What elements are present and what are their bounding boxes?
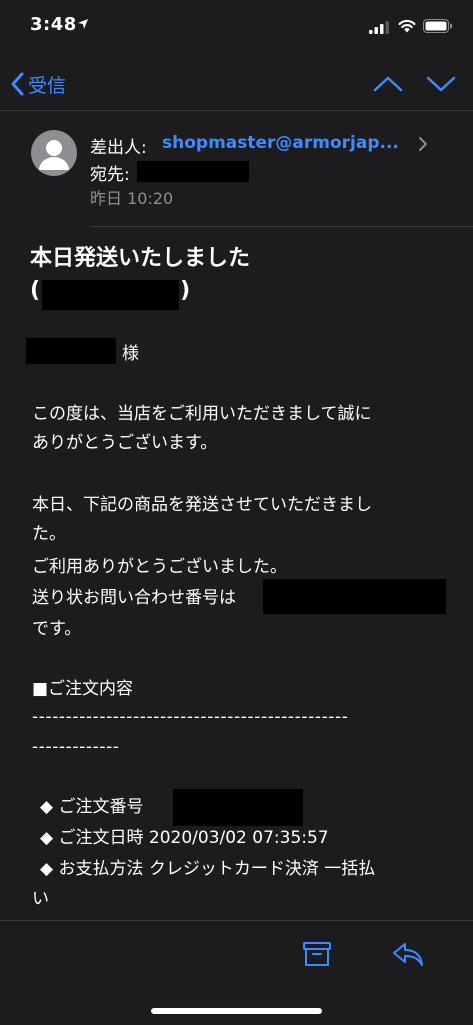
chevron-left-icon <box>11 72 24 96</box>
status-time: 3:48 <box>30 14 77 35</box>
order-number-label: ◆ ご注文番号 <box>40 797 144 817</box>
chevron-up-icon[interactable] <box>372 70 404 98</box>
divider-dashes: ----------------------------------------… <box>32 702 349 762</box>
para2-line5: です。 <box>32 619 82 639</box>
para2-line2: た。 <box>32 524 66 544</box>
person-avatar-icon <box>31 130 77 176</box>
para2-line3: ご利用ありがとうございました。 <box>32 557 287 577</box>
para2-line1: 本日、下記の商品を発送させていただきまし <box>32 495 372 515</box>
payment-method-label: ◆ お支払方法 クレジットカード決済 一括払 <box>40 859 376 879</box>
para2-line4: 送り状お問い合わせ番号は <box>32 588 236 608</box>
location-arrow-icon <box>78 19 88 29</box>
dashes-line-1: ----------------------------------------… <box>32 707 349 727</box>
back-label: 受信 <box>28 74 67 97</box>
to-label: 宛先: <box>90 165 130 185</box>
para1-line1: この度は、当店をご利用いただきまして誠に <box>32 404 372 424</box>
tracking-number-redacted <box>263 579 446 614</box>
recipient-redacted <box>137 161 249 182</box>
dashes-line-2: ------------- <box>32 737 120 757</box>
subject-redacted <box>42 280 179 310</box>
order-date-label: ◆ ご注文日時 2020/03/02 07:35:57 <box>40 828 329 848</box>
subject-line: 本日発送いたしました <box>30 246 251 271</box>
home-indicator[interactable] <box>151 1008 322 1014</box>
back-button[interactable]: 受信 <box>10 68 66 100</box>
recipient-name-redacted <box>26 338 116 364</box>
chevron-right-icon[interactable] <box>418 136 428 152</box>
para1-line2: ありがとうございます。 <box>32 433 218 453</box>
archive-icon[interactable] <box>302 940 332 968</box>
header-divider <box>90 226 473 227</box>
from-label: 差出人: <box>90 138 147 158</box>
subject-open-paren: ( <box>30 278 41 303</box>
subject-close-paren: ) <box>180 278 191 303</box>
chevron-down-icon[interactable] <box>425 70 457 98</box>
payment-method-cont: い <box>32 889 49 909</box>
reply-icon[interactable] <box>391 940 425 968</box>
battery-icon <box>423 19 452 33</box>
cellular-signal-icon <box>369 21 389 34</box>
sender-address[interactable]: shopmaster@armorjap... <box>162 133 399 153</box>
nav-divider <box>0 110 473 111</box>
honorific: 様 <box>122 344 139 364</box>
order-section-title: ■ご注文内容 <box>32 679 134 699</box>
date-label: 昨日 10:20 <box>90 189 174 208</box>
wifi-icon <box>398 19 416 33</box>
order-number-redacted <box>173 789 303 826</box>
